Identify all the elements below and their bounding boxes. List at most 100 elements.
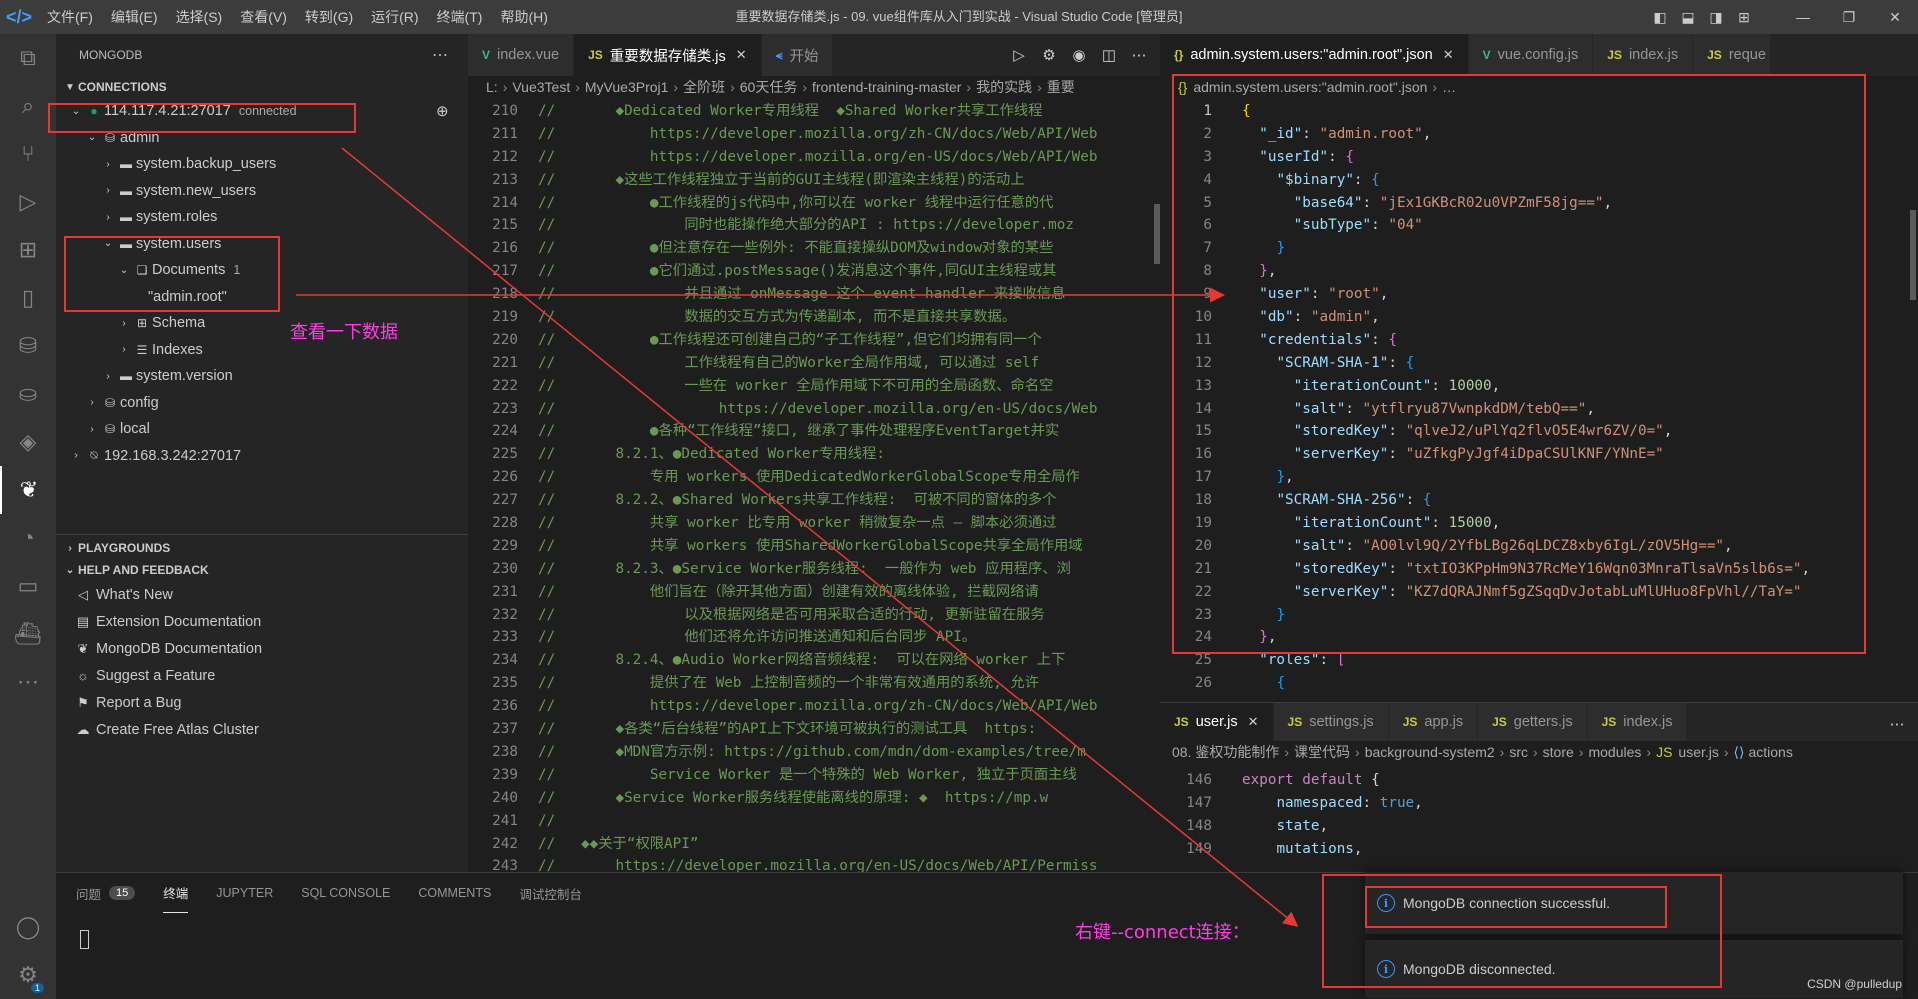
collection-version[interactable]: › ▬ system.version [56, 363, 468, 390]
help-section-header[interactable]: ⌄ HELP AND FEEDBACK [56, 559, 468, 581]
menu-run[interactable]: 运行(R) [362, 0, 427, 34]
json-scrollbar[interactable] [1910, 210, 1916, 300]
breadcrumb-item[interactable]: L: [486, 79, 498, 95]
tab-user-js[interactable]: JS user.js ✕ [1160, 703, 1274, 741]
breadcrumb-item[interactable]: 课堂代码 [1294, 742, 1350, 762]
settings-gear-icon[interactable]: ⚙ 1 [0, 951, 56, 999]
layers-icon[interactable]: ◈ [0, 418, 56, 466]
tab-terminal[interactable]: 终端 [163, 873, 189, 913]
go-live-icon[interactable]: ◉ [1064, 46, 1094, 64]
restore-icon[interactable]: ❐ [1826, 0, 1872, 34]
connection-item-secondary[interactable]: › ⍉ 192.168.3.242:27017 [56, 443, 468, 470]
collection-new-users[interactable]: › ▬ system.new_users [56, 178, 468, 205]
breadcrumb-item[interactable]: modules [1588, 744, 1641, 760]
db-config[interactable]: › ⛁ config [56, 390, 468, 417]
minimize-icon[interactable]: — [1780, 0, 1826, 34]
tab-settings-js[interactable]: JS settings.js [1273, 703, 1389, 741]
documents-node[interactable]: ⌄ ❏ Documents 1 [56, 257, 468, 284]
menu-help[interactable]: 帮助(H) [491, 0, 556, 34]
mongodb-leaf-icon[interactable]: ❦ [0, 466, 56, 514]
tab-admin-root-json[interactable]: {} admin.system.users:"admin.root".json … [1160, 34, 1469, 76]
tab-app-js[interactable]: JS app.js [1388, 703, 1479, 741]
tab-data-storage-js[interactable]: JS 重要数据存储类.js ✕ [574, 34, 762, 76]
breadcrumb-item[interactable]: actions [1748, 744, 1792, 760]
remote-explorer-icon[interactable]: ▭ [0, 562, 56, 610]
add-database-icon[interactable]: ⊕ [436, 102, 449, 120]
docker-icon[interactable]: ⛴ [0, 610, 56, 658]
source-control-icon[interactable]: ⑂ [0, 130, 56, 178]
code-editor[interactable]: 146 export default { 147 namespaced: true… [1160, 763, 1918, 861]
collection-users[interactable]: ⌄ ▬ system.users [56, 231, 468, 258]
close-tab-icon[interactable]: ✕ [1443, 47, 1454, 63]
edge-icon[interactable]: ◔ [0, 514, 56, 562]
extensions-icon[interactable]: ⊞ [0, 226, 56, 274]
close-tab-icon[interactable]: ✕ [736, 47, 747, 63]
breadcrumb-item[interactable]: 08. 鉴权功能制作 [1172, 742, 1279, 762]
run-icon[interactable]: ▷ [1004, 46, 1034, 64]
help-mongodb-docs[interactable]: ❦ MongoDB Documentation [56, 635, 468, 662]
tab-debug-console[interactable]: 调试控制台 [519, 873, 582, 913]
toggle-secondary-sidebar-icon[interactable]: ◨ [1702, 0, 1730, 34]
tab-welcome[interactable]: ⪪ 开始 [761, 34, 834, 76]
bookmark-icon[interactable]: ▯ [0, 274, 56, 322]
terminal-cursor[interactable] [80, 930, 89, 949]
more-actions-icon[interactable]: ⋯ [1882, 715, 1912, 733]
split-editor-icon[interactable]: ◫ [1094, 46, 1124, 64]
menu-go[interactable]: 转到(G) [296, 0, 362, 34]
menu-terminal[interactable]: 终端(T) [428, 0, 492, 34]
breadcrumb-item[interactable]: Vue3Test [512, 79, 570, 95]
tab-problems[interactable]: 问题 15 [76, 873, 136, 913]
tab-index-js[interactable]: JS index.js [1593, 34, 1694, 76]
breadcrumb-item[interactable]: src [1509, 744, 1528, 760]
schema-node[interactable]: › ⊞ Schema [56, 310, 468, 337]
json-editor[interactable]: 1{ 2 "_id": "admin.root", 3 "userId": { … [1160, 98, 1918, 695]
sql-database-icon[interactable]: ⛀ [0, 370, 56, 418]
code-editor[interactable]: 210// ◆Dedicated Worker专用线程 ◆Shared Work… [468, 98, 1160, 878]
menu-view[interactable]: 查看(V) [231, 0, 296, 34]
toggle-sidebar-icon[interactable]: ◧ [1646, 0, 1674, 34]
breadcrumb-item[interactable]: 重要 [1047, 77, 1075, 97]
tab-request-js[interactable]: JS reque [1693, 34, 1771, 76]
db-admin[interactable]: ⌄ ⛁ admin [56, 125, 468, 152]
more-icon[interactable]: ⋯ [0, 658, 56, 706]
tab-sql-console[interactable]: SQL CONSOLE [301, 873, 390, 913]
run-debug-icon[interactable]: ▷ [0, 178, 56, 226]
help-report-bug[interactable]: ⚑ Report a Bug [56, 689, 468, 716]
help-create-atlas[interactable]: ☁ Create Free Atlas Cluster [56, 716, 468, 743]
document-item[interactable]: "admin.root" [56, 284, 468, 311]
menu-file[interactable]: 文件(F) [38, 0, 102, 34]
menu-edit[interactable]: 编辑(E) [102, 0, 167, 34]
debug-icon[interactable]: ⚙ [1034, 46, 1064, 64]
close-window-icon[interactable]: ✕ [1872, 0, 1918, 34]
customize-layout-icon[interactable]: ⊞ [1730, 0, 1758, 34]
help-whats-new[interactable]: ◁ What's New [56, 581, 468, 608]
breadcrumb-item[interactable]: store [1543, 744, 1574, 760]
toggle-panel-icon[interactable]: ⬓ [1674, 0, 1702, 34]
breadcrumb-item[interactable]: 60天任务 [740, 77, 798, 97]
collection-backup-users[interactable]: › ▬ system.backup_users [56, 151, 468, 178]
breadcrumb-item[interactable]: user.js [1678, 744, 1718, 760]
db-local[interactable]: › ⛁ local [56, 416, 468, 443]
tab-getters-js[interactable]: JS getters.js [1478, 703, 1588, 741]
search-icon[interactable]: ⌕ [0, 82, 56, 130]
tab-comments[interactable]: COMMENTS [418, 873, 491, 913]
playgrounds-section-header[interactable]: › PLAYGROUNDS [56, 537, 468, 559]
breadcrumb-item[interactable]: 全阶班 [683, 77, 725, 97]
tab-index-js[interactable]: JS index.js [1587, 703, 1688, 741]
breadcrumb-item[interactable]: background-system2 [1365, 744, 1495, 760]
breadcrumb-item[interactable]: 我的实践 [976, 77, 1032, 97]
tab-vue-config[interactable]: V vue.config.js [1468, 34, 1594, 76]
collection-roles[interactable]: › ▬ system.roles [56, 204, 468, 231]
tab-index-vue[interactable]: V index.vue [468, 34, 575, 76]
breadcrumb-item[interactable]: frontend-training-master [812, 79, 961, 95]
connection-item-primary[interactable]: ⌄ ● 114.117.4.21:27017 connected ⊕ [56, 98, 468, 125]
connections-section-header[interactable]: ▼ CONNECTIONS [56, 76, 468, 98]
accounts-icon[interactable]: ◯ [0, 903, 56, 951]
database-icon[interactable]: ⛁ [0, 322, 56, 370]
breadcrumb-item[interactable]: admin.system.users:"admin.root".json [1193, 79, 1427, 95]
breadcrumb-item[interactable]: MyVue3Proj1 [585, 79, 669, 95]
explorer-icon[interactable]: ⧉ [0, 34, 56, 82]
notification-connected[interactable]: i MongoDB connection successful. [1365, 872, 1903, 934]
help-extension-docs[interactable]: ▤ Extension Documentation [56, 608, 468, 635]
more-actions-icon[interactable]: ⋯ [1124, 46, 1154, 64]
